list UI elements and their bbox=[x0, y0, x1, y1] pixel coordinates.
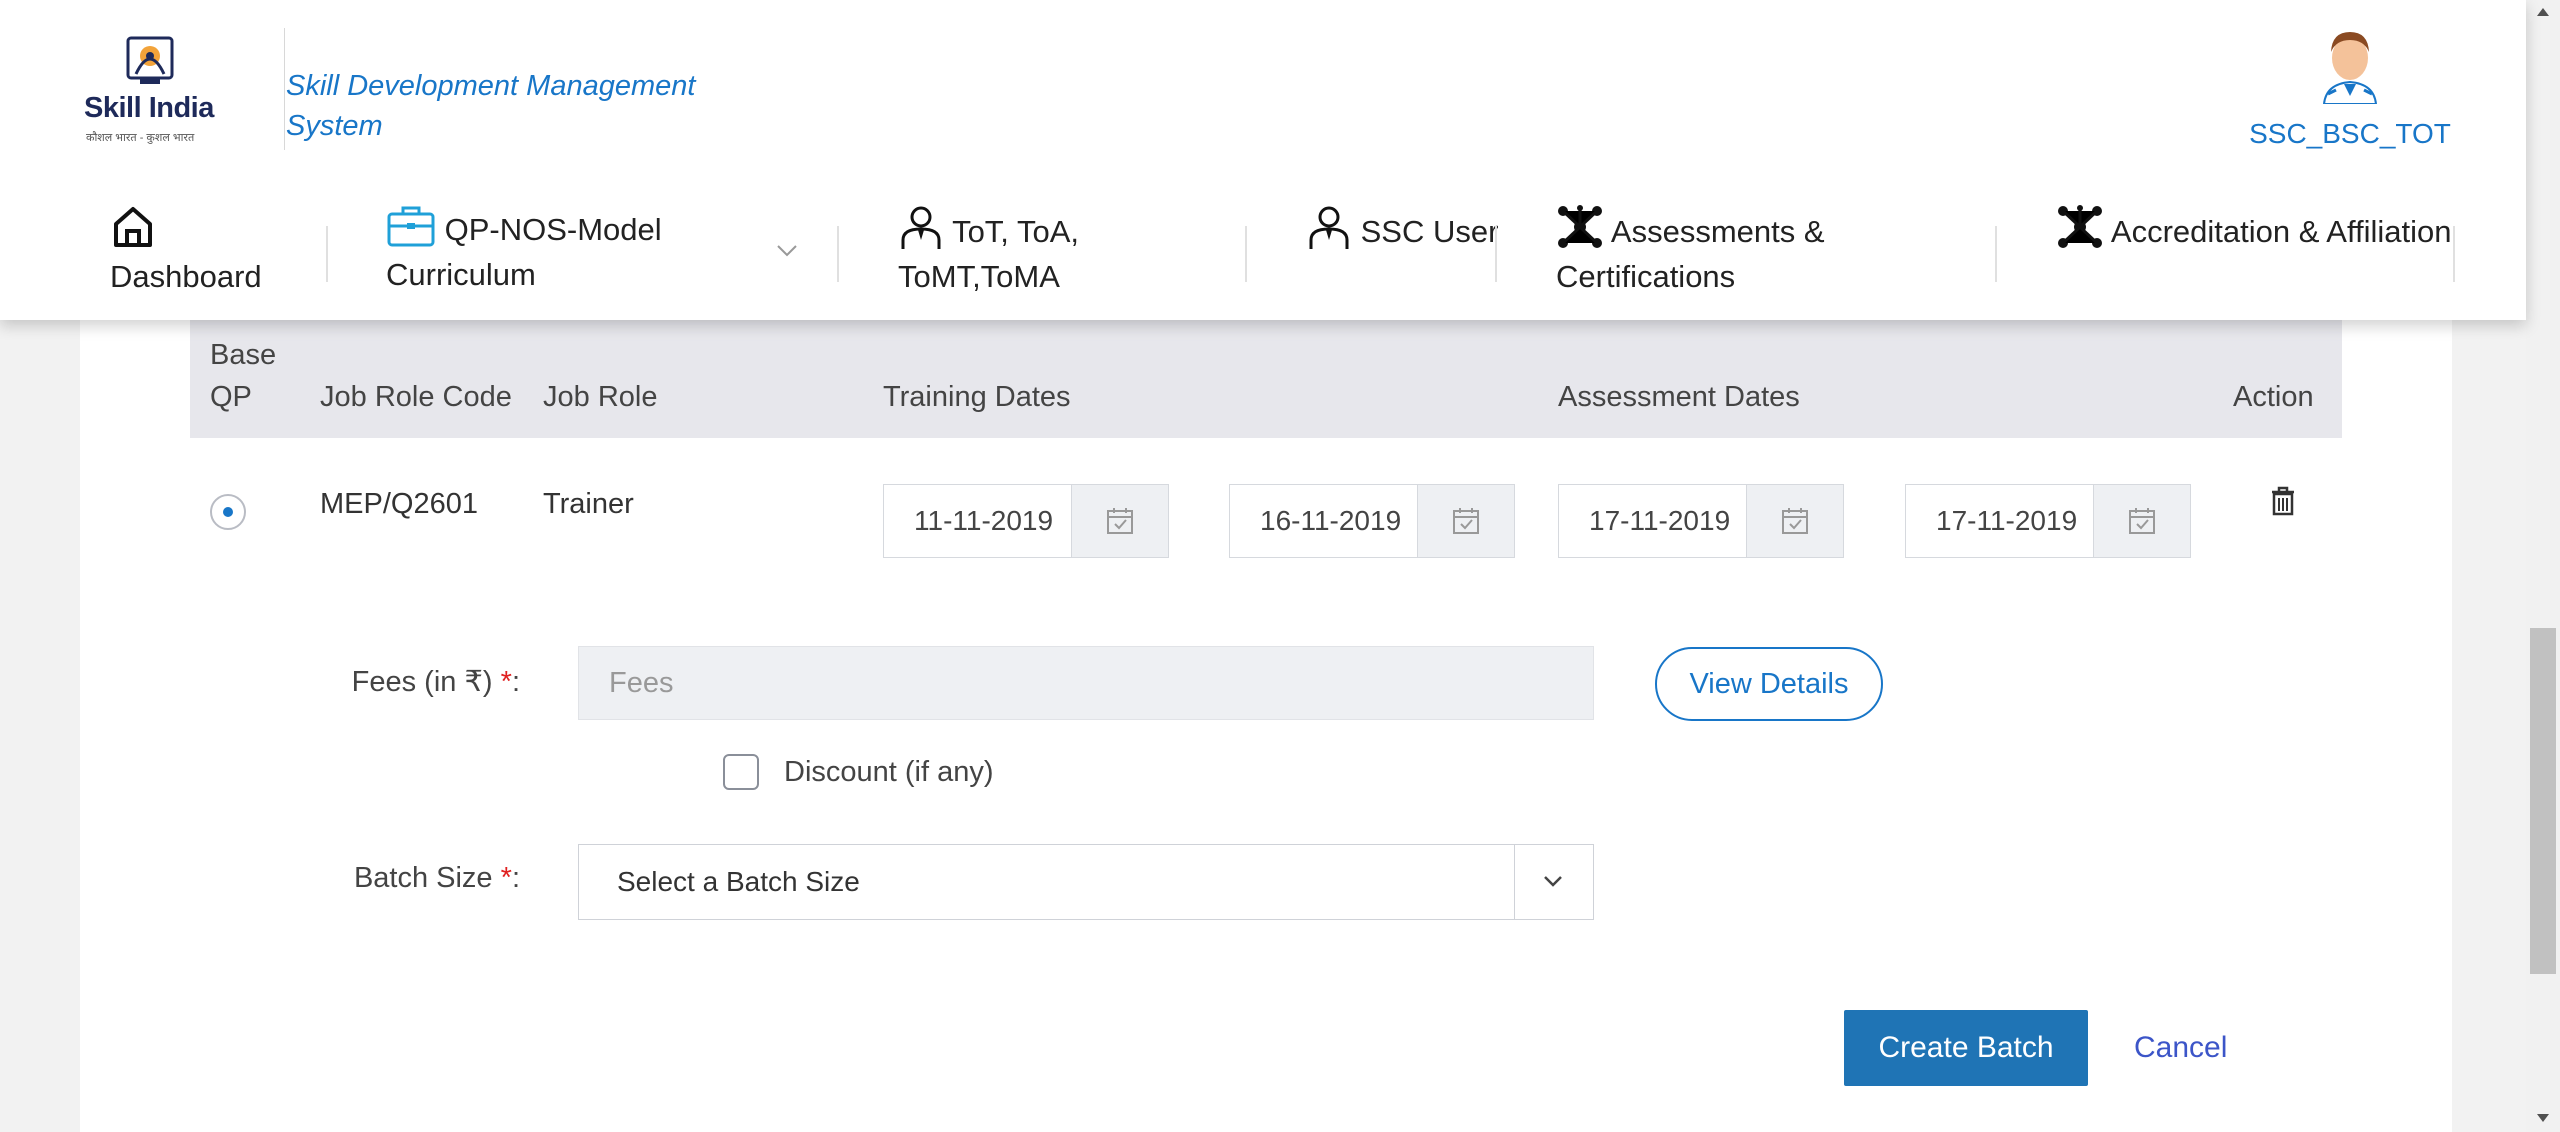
cancel-button[interactable]: Cancel bbox=[2134, 1010, 2227, 1086]
select-dropdown-toggle[interactable] bbox=[1514, 845, 1593, 919]
calendar-icon bbox=[1107, 508, 1133, 534]
skill-india-emblem-icon bbox=[126, 36, 174, 84]
app-title: Skill Development Management System bbox=[286, 70, 696, 142]
nav-divider bbox=[1495, 226, 1497, 282]
required-marker: * bbox=[500, 666, 512, 698]
job-role-code: MEP/Q2601 bbox=[320, 488, 478, 520]
calendar-button[interactable] bbox=[2093, 485, 2190, 557]
fees-label: Fees (in ₹) *: bbox=[300, 664, 520, 699]
briefcase-icon bbox=[387, 206, 435, 247]
label-colon: : bbox=[511, 862, 520, 894]
app-header: Skill India कौशल भारत - कुशल भारत Skill … bbox=[0, 0, 2526, 320]
training-start-date[interactable]: 11-11-2019 bbox=[883, 484, 1169, 558]
header-divider bbox=[284, 28, 285, 150]
discount-checkbox[interactable] bbox=[723, 754, 759, 790]
user-name: SSC_BSC_TOT bbox=[2249, 118, 2451, 149]
user-profile[interactable]: SSC_BSC_TOT bbox=[2240, 26, 2460, 150]
base-qp-radio[interactable] bbox=[210, 494, 246, 530]
nav-tot[interactable]: ToT, ToA, ToMT,ToMA bbox=[898, 204, 1238, 299]
required-marker: * bbox=[500, 862, 512, 894]
network-icon bbox=[1558, 205, 1602, 248]
assessment-end-value: 17-11-2019 bbox=[1936, 505, 2078, 536]
job-role: Trainer bbox=[543, 488, 634, 520]
network-icon bbox=[2058, 205, 2102, 248]
batch-size-value: Select a Batch Size bbox=[617, 866, 860, 897]
nav-ssc-user[interactable]: SSC User bbox=[1306, 204, 1506, 254]
nav-divider bbox=[326, 226, 328, 282]
calendar-icon bbox=[1782, 508, 1808, 534]
main-nav: Dashboard QP-NOS-Model Curriculum ToT, T… bbox=[0, 184, 2526, 314]
batch-size-label-text: Batch Size bbox=[353, 862, 493, 894]
assessment-start-value: 17-11-2019 bbox=[1589, 505, 1731, 536]
col-training-dates: Training Dates bbox=[883, 381, 1071, 413]
batch-size-label: Batch Size *: bbox=[300, 862, 520, 895]
label-colon: : bbox=[511, 666, 520, 698]
home-icon bbox=[114, 207, 152, 247]
calendar-icon bbox=[2129, 508, 2155, 534]
nav-qp-nos[interactable]: QP-NOS-Model Curriculum bbox=[386, 204, 806, 297]
nav-dashboard[interactable]: Dashboard bbox=[110, 204, 340, 299]
nav-accreditation[interactable]: Accreditation & Affiliation bbox=[2056, 204, 2476, 254]
calendar-button[interactable] bbox=[1417, 485, 1514, 557]
nav-accreditation-label: Accreditation & Affiliation bbox=[2110, 214, 2452, 249]
fees-input[interactable]: Fees bbox=[578, 646, 1594, 720]
col-base-qp: Base QP bbox=[210, 339, 277, 413]
chevron-down-icon[interactable] bbox=[776, 244, 798, 258]
brand-tagline: कौशल भारत - कुशल भारत bbox=[86, 132, 195, 144]
user-tie-icon bbox=[1309, 206, 1349, 249]
nav-divider bbox=[2453, 226, 2455, 282]
batch-form-card: Base QP Job Role Code Job Role Training … bbox=[80, 320, 2452, 1132]
col-action: Action bbox=[2233, 381, 2314, 413]
nav-divider bbox=[1995, 226, 1997, 282]
assessment-end-date[interactable]: 17-11-2019 bbox=[1905, 484, 2191, 558]
nav-divider bbox=[837, 226, 839, 282]
col-job-role-code: Job Role Code bbox=[320, 381, 512, 413]
calendar-icon bbox=[1453, 508, 1479, 534]
training-end-date[interactable]: 16-11-2019 bbox=[1229, 484, 1515, 558]
chevron-down-icon bbox=[1544, 876, 1562, 887]
training-end-value: 16-11-2019 bbox=[1260, 505, 1402, 536]
col-assessment-dates: Assessment Dates bbox=[1558, 381, 1800, 413]
scroll-down-arrow[interactable] bbox=[2537, 1114, 2549, 1122]
qp-table-header: Base QP Job Role Code Job Role Training … bbox=[190, 320, 2342, 438]
user-tie-icon bbox=[901, 206, 941, 249]
page-scrollbar[interactable] bbox=[2526, 0, 2560, 1132]
scroll-up-arrow[interactable] bbox=[2537, 8, 2549, 16]
calendar-button[interactable] bbox=[1746, 485, 1843, 557]
discount-label: Discount (if any) bbox=[784, 756, 994, 788]
scrollbar-thumb[interactable] bbox=[2530, 628, 2556, 974]
training-start-value: 11-11-2019 bbox=[914, 505, 1054, 536]
brand-name: Skill India bbox=[84, 92, 214, 124]
view-details-button[interactable]: View Details bbox=[1655, 647, 1883, 721]
table-row: MEP/Q2601 Trainer 11-11-2019 16-11-2019 … bbox=[190, 438, 2342, 568]
nav-divider bbox=[1245, 226, 1247, 282]
nav-ssc-user-label: SSC User bbox=[1360, 214, 1499, 249]
skill-india-logo[interactable]: Skill India कौशल भारत - कुशल भारत bbox=[78, 34, 228, 146]
calendar-button[interactable] bbox=[1071, 485, 1168, 557]
create-batch-button[interactable]: Create Batch bbox=[1844, 1010, 2088, 1086]
nav-assessments[interactable]: Assessments & Certifications bbox=[1556, 204, 1996, 299]
nav-dashboard-label: Dashboard bbox=[110, 259, 262, 294]
col-job-role: Job Role bbox=[543, 381, 658, 413]
trash-icon[interactable] bbox=[2270, 486, 2296, 516]
avatar[interactable] bbox=[2314, 26, 2386, 104]
assessment-start-date[interactable]: 17-11-2019 bbox=[1558, 484, 1844, 558]
fees-label-text: Fees (in ₹) bbox=[351, 666, 493, 698]
batch-size-select[interactable]: Select a Batch Size bbox=[578, 844, 1594, 920]
